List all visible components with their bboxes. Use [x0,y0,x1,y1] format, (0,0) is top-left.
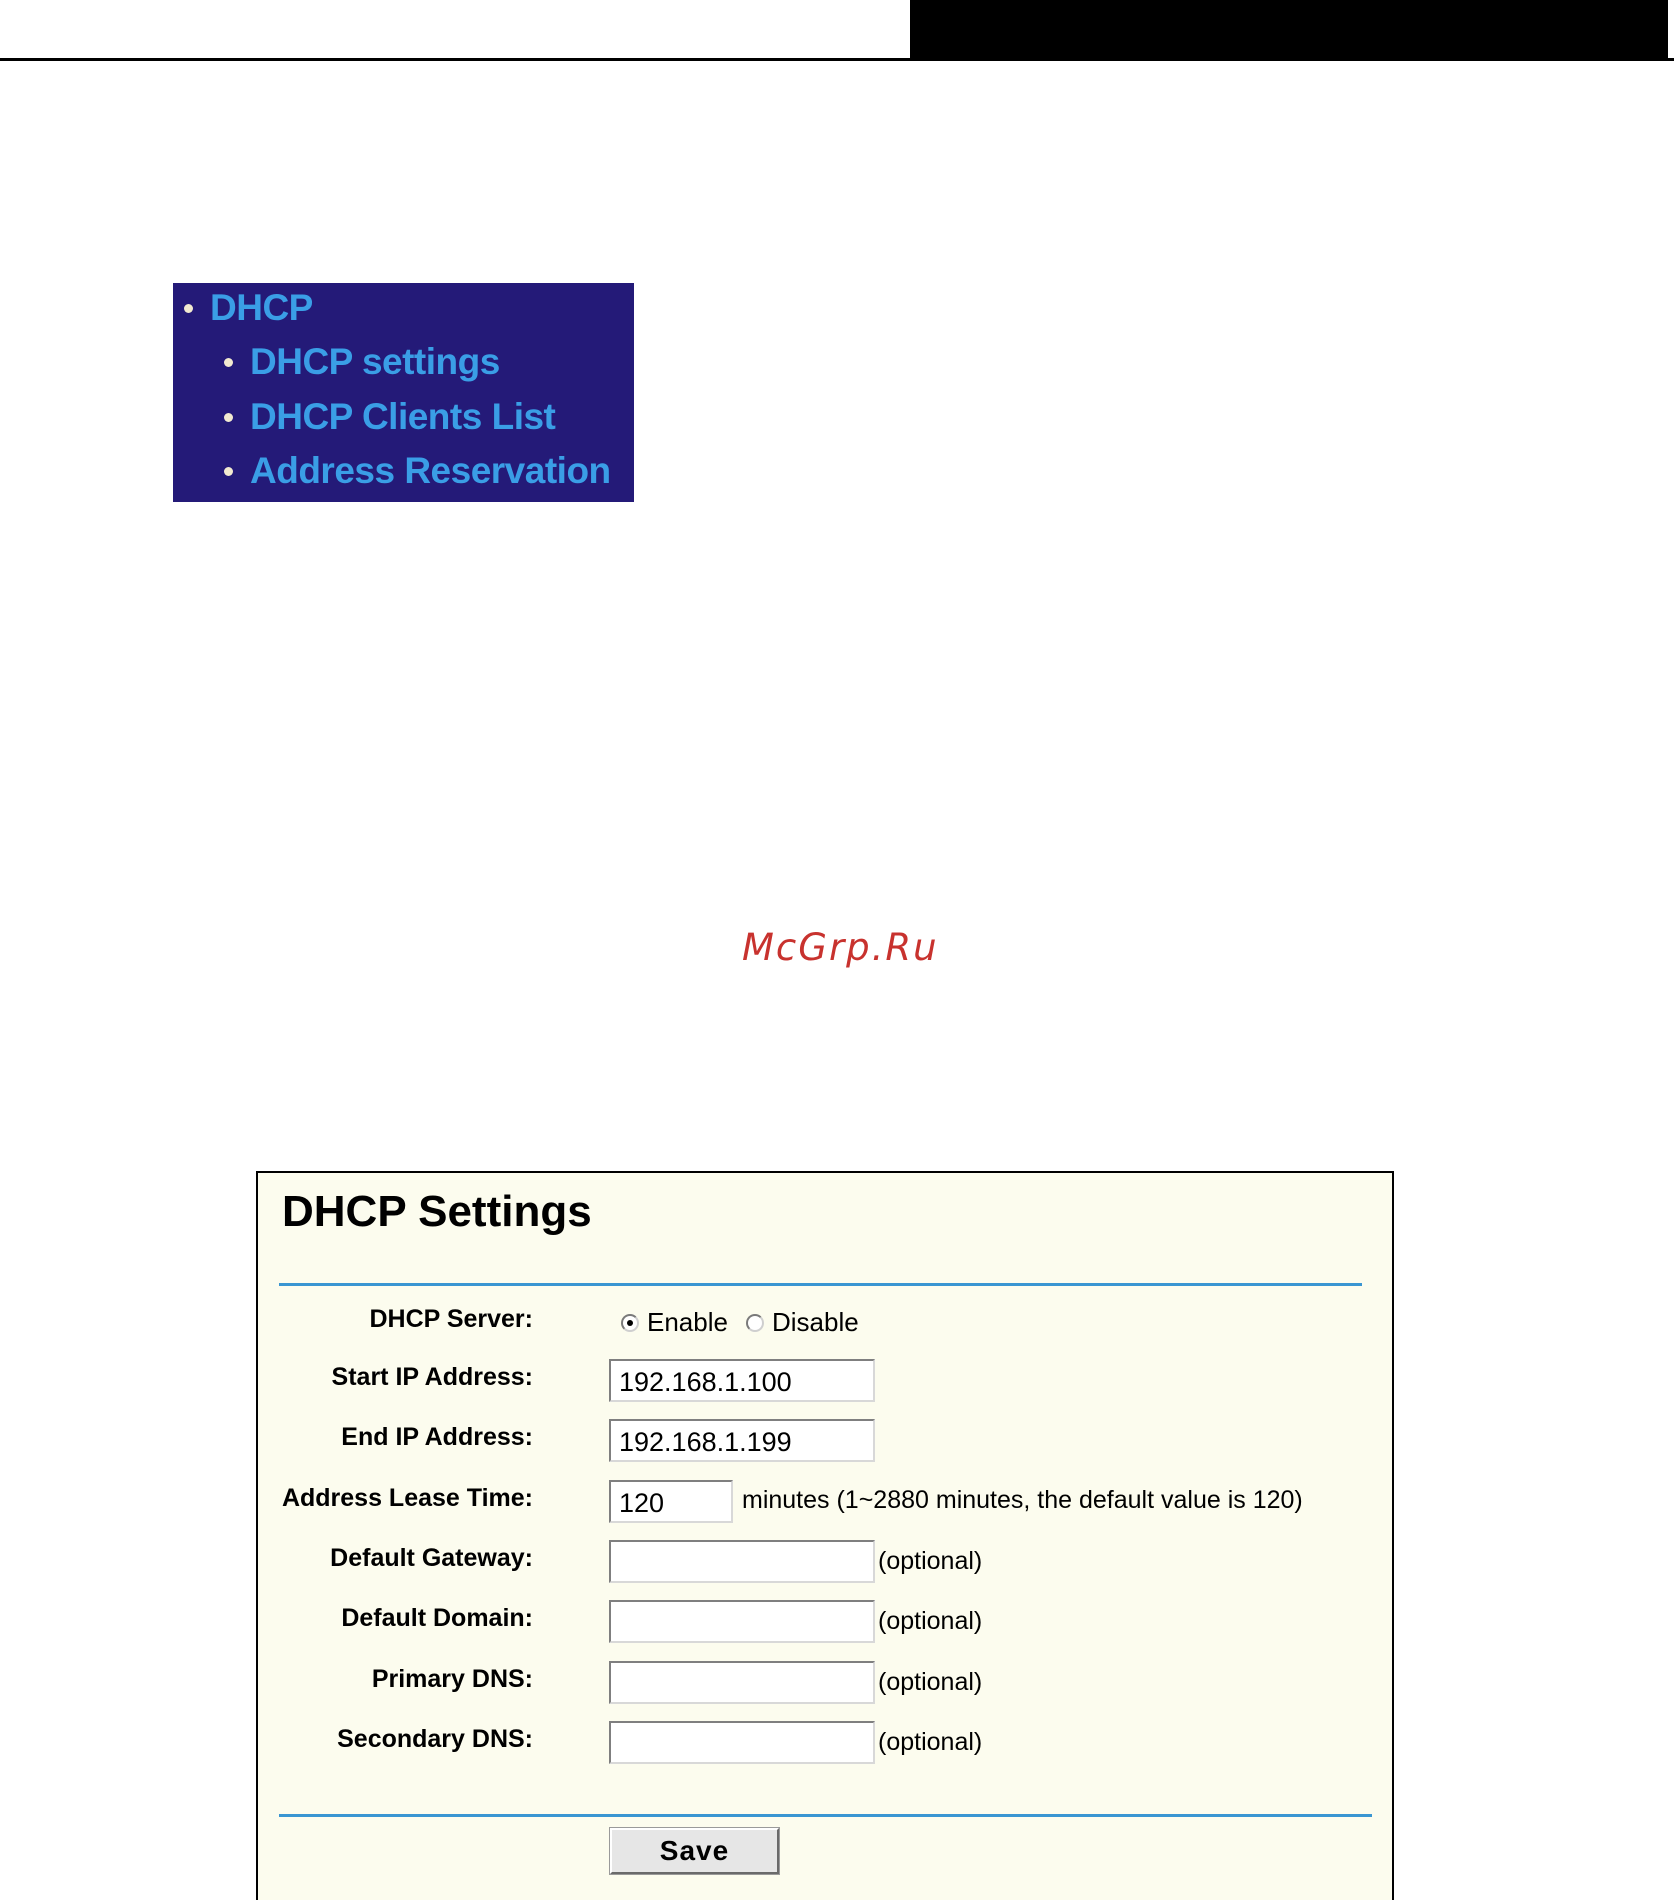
bullet-icon [224,357,233,367]
menu-item-address-reservation[interactable]: Address Reservation [224,446,611,496]
start-ip-label: Start IP Address: [331,1363,533,1391]
bullet-icon [184,303,193,313]
menu-item-label: DHCP Clients List [250,396,556,437]
dhcp-server-label: DHCP Server: [369,1305,533,1333]
enable-label: Enable [647,1307,728,1337]
radio-unchecked-icon[interactable] [745,1313,764,1332]
primary-dns-input[interactable] [609,1661,875,1704]
default-domain-input[interactable] [609,1600,875,1643]
dhcp-menu: DHCP DHCP settings DHCP Clients List Add… [173,283,634,502]
lease-time-label: Address Lease Time: [281,1484,533,1512]
secondary-dns-optional: (optional) [878,1728,983,1756]
default-gateway-optional: (optional) [878,1547,983,1575]
default-gateway-label: Default Gateway: [330,1544,533,1572]
page-title: DHCP Settings [282,1187,592,1236]
watermark: McGrp.Ru [742,926,939,969]
page-header-rule [0,58,1674,61]
primary-dns-optional: (optional) [878,1668,983,1696]
default-domain-optional: (optional) [878,1607,983,1635]
default-domain-label: Default Domain: [341,1604,533,1632]
end-ip-label: End IP Address: [341,1423,533,1451]
end-ip-input[interactable] [609,1419,875,1462]
menu-item-dhcp[interactable]: DHCP [184,283,313,333]
secondary-dns-label: Secondary DNS: [337,1725,533,1753]
lease-time-hint: minutes (1~2880 minutes, the default val… [742,1486,1303,1514]
menu-item-dhcp-settings[interactable]: DHCP settings [224,337,500,387]
save-button[interactable]: Save [609,1827,780,1875]
divider-top [279,1283,1362,1286]
primary-dns-label: Primary DNS: [371,1665,533,1693]
disable-label: Disable [771,1307,859,1337]
dhcp-server-disable-option[interactable]: Disable [745,1307,859,1338]
bullet-icon [224,412,233,422]
page-header-bar [910,0,1668,58]
divider-bottom [279,1814,1372,1817]
start-ip-input[interactable] [609,1359,875,1402]
dhcp-server-radio-group: Enable Disable [621,1307,877,1338]
menu-item-label: DHCP [210,287,313,328]
menu-item-label: Address Reservation [250,450,611,491]
default-gateway-input[interactable] [609,1540,875,1583]
radio-checked-icon[interactable] [621,1313,639,1332]
dhcp-server-enable-option[interactable]: Enable [621,1307,728,1338]
menu-item-label: DHCP settings [250,341,500,382]
menu-item-dhcp-clients-list[interactable]: DHCP Clients List [224,392,556,442]
lease-time-input[interactable] [609,1480,733,1523]
bullet-icon [224,466,233,476]
dhcp-settings-panel: DHCP Settings DHCP Server: Enable Disabl… [256,1171,1394,1900]
secondary-dns-input[interactable] [609,1721,875,1764]
